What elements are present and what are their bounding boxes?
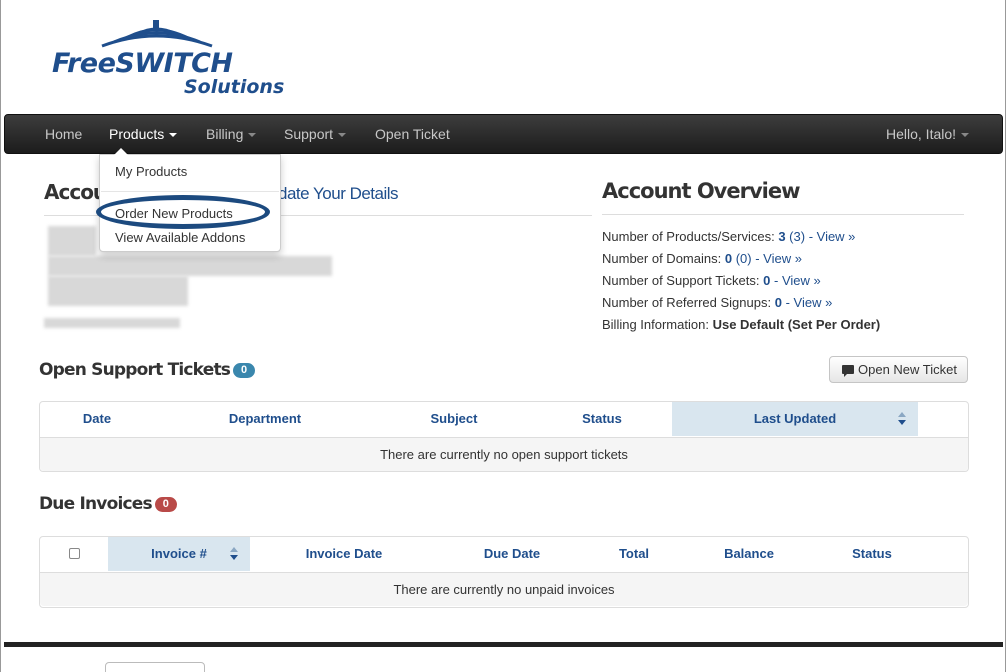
referred-count[interactable]: 0 <box>775 295 782 310</box>
menu-divider <box>101 191 279 192</box>
nav-user-menu[interactable]: Hello, Italo! <box>886 126 970 142</box>
nav-billing[interactable]: Billing <box>206 126 257 142</box>
freeswitch-logo[interactable]: FreeSWITCH Solutions <box>52 18 312 98</box>
invoices-table: Invoice # Invoice Date Due Date Total Ba… <box>39 536 969 608</box>
col-balance[interactable]: Balance <box>682 537 816 571</box>
nav-home[interactable]: Home <box>45 126 82 142</box>
due-invoices-heading: Due Invoices 0 <box>39 494 177 514</box>
logo-arcs-icon <box>101 20 213 48</box>
overview-domains-row: Number of Domains: 0 (0) - View » <box>602 251 802 266</box>
tickets-count-badge: 0 <box>233 362 256 378</box>
select-all-checkbox[interactable] <box>69 548 80 559</box>
nav-products[interactable]: Products <box>109 126 178 142</box>
referred-view-link[interactable]: - View » <box>786 295 833 310</box>
nav-open-ticket-label: Open Ticket <box>375 126 450 142</box>
invoices-count-badge: 0 <box>154 496 177 512</box>
logo-text-freeswitch: FreeSWITCH <box>52 48 233 79</box>
col-last-updated[interactable]: Last Updated <box>672 402 918 436</box>
products-count[interactable]: 3 <box>778 229 785 244</box>
nav-support[interactable]: Support <box>284 126 347 142</box>
account-overview-heading: Account Overview <box>602 179 800 203</box>
chevron-down-icon <box>338 133 347 138</box>
open-tickets-heading: Open Support Tickets 0 <box>39 360 256 380</box>
col-department[interactable]: Department <box>154 402 376 436</box>
redacted-info <box>44 318 180 328</box>
account-info-heading: Accou <box>44 180 107 204</box>
menu-item-order-new-products[interactable]: Order New Products <box>115 206 233 221</box>
redacted-info <box>48 256 332 276</box>
col-date[interactable]: Date <box>40 402 154 436</box>
nav-open-ticket[interactable]: Open Ticket <box>375 126 450 142</box>
overview-tickets-row: Number of Support Tickets: 0 - View » <box>602 273 821 288</box>
col-subject[interactable]: Subject <box>376 402 532 436</box>
domains-count[interactable]: 0 <box>725 251 732 266</box>
open-new-ticket-button[interactable]: Open New Ticket <box>829 356 968 383</box>
due-invoices-title: Due Invoices <box>39 494 153 514</box>
col-status[interactable]: Status <box>816 537 928 571</box>
billing-label: Billing Information: <box>602 317 709 332</box>
col-last-updated-label: Last Updated <box>753 411 837 426</box>
chat-bubble-icon <box>842 365 854 377</box>
footer-divider <box>4 642 1003 647</box>
open-tickets-title: Open Support Tickets <box>39 360 231 380</box>
overview-referred-row: Number of Referred Signups: 0 - View » <box>602 295 832 310</box>
invoices-empty-row: There are currently no unpaid invoices <box>40 572 968 606</box>
domains-label: Number of Domains: <box>602 251 722 266</box>
menu-item-view-addons[interactable]: View Available Addons <box>115 230 245 245</box>
products-dropdown-menu: My Products Order New Products View Avai… <box>99 148 281 252</box>
dropdown-arrow <box>114 148 128 155</box>
menu-item-my-products[interactable]: My Products <box>115 164 187 179</box>
nav-billing-label: Billing <box>206 126 244 142</box>
nav-products-label: Products <box>109 126 165 142</box>
redacted-info <box>48 226 96 256</box>
tickets-label: Number of Support Tickets: <box>602 273 760 288</box>
sort-icon <box>230 547 238 561</box>
domains-view-link[interactable]: - View » <box>755 251 802 266</box>
open-new-ticket-label: Open New Ticket <box>858 362 957 377</box>
update-details-link[interactable]: date Your Details <box>278 184 399 204</box>
chevron-down-icon <box>248 133 257 138</box>
overview-billing-row: Billing Information: Use Default (Set Pe… <box>602 317 880 332</box>
col-status[interactable]: Status <box>532 402 672 436</box>
tickets-table: Date Department Subject Status Last Upda… <box>39 401 969 472</box>
overview-products-row: Number of Products/Services: 3 (3) - Vie… <box>602 229 855 244</box>
col-due-date[interactable]: Due Date <box>438 537 586 571</box>
billing-value: Use Default (Set Per Order) <box>712 317 881 332</box>
sort-icon <box>898 412 906 426</box>
tickets-view-link[interactable]: - View » <box>774 273 821 288</box>
user-greeting: Hello, Italo! <box>886 126 957 142</box>
nav-home-label: Home <box>45 126 83 142</box>
referred-label: Number of Referred Signups: <box>602 295 772 310</box>
nav-support-label: Support <box>284 126 334 142</box>
products-sub-count[interactable]: (3) <box>789 229 805 244</box>
language-select[interactable] <box>105 662 205 672</box>
col-invoice-number-label: Invoice # <box>151 546 207 561</box>
col-total[interactable]: Total <box>586 537 682 571</box>
products-label: Number of Products/Services: <box>602 229 775 244</box>
col-invoice-number[interactable]: Invoice # <box>108 537 250 571</box>
col-invoice-date[interactable]: Invoice Date <box>250 537 438 571</box>
domains-sub-count[interactable]: (0) <box>736 251 752 266</box>
divider <box>602 214 964 215</box>
chevron-down-icon <box>169 133 178 138</box>
redacted-info <box>48 276 188 306</box>
tickets-empty-row: There are currently no open support tick… <box>40 437 968 471</box>
chevron-down-icon <box>961 133 970 138</box>
main-navbar: Home Products Billing Support Open Ticke… <box>4 114 1003 154</box>
logo-text-solutions: Solutions <box>184 76 285 98</box>
products-view-link[interactable]: - View » <box>809 229 856 244</box>
tickets-count[interactable]: 0 <box>763 273 770 288</box>
